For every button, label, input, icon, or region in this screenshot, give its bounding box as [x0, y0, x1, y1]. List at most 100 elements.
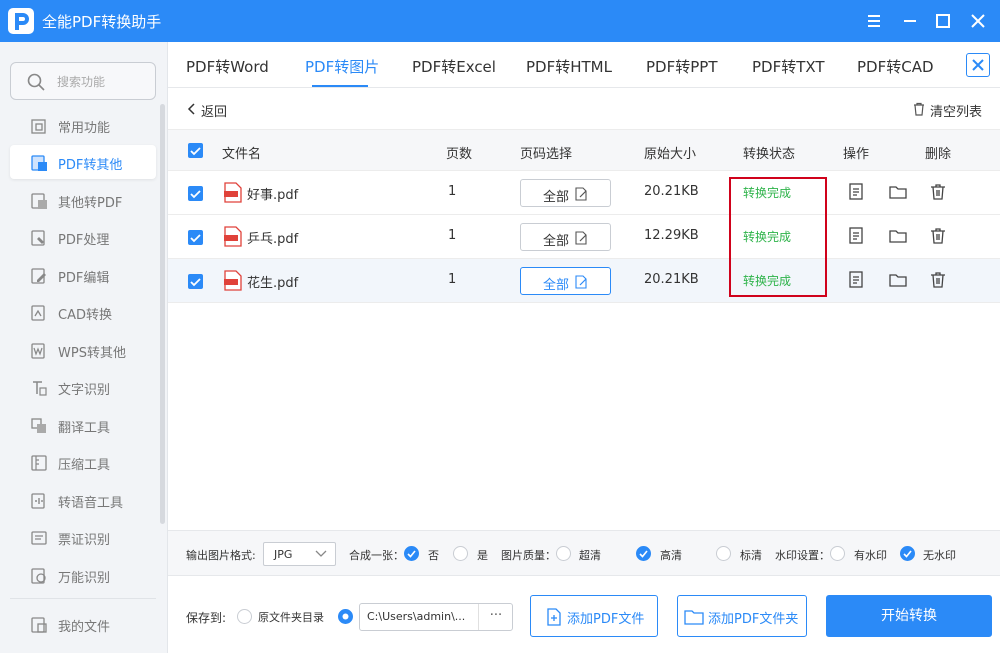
close-icon[interactable]: [966, 9, 990, 33]
search-input[interactable]: 搜索功能: [10, 62, 156, 100]
header-filename: 文件名: [222, 147, 262, 162]
menu-icon[interactable]: [862, 9, 886, 33]
row-checkbox[interactable]: [188, 186, 203, 201]
quality-super-radio[interactable]: [556, 546, 571, 561]
page-select-button[interactable]: 全部: [520, 179, 611, 207]
select-all-checkbox[interactable]: [188, 143, 203, 158]
sidebar-item-pdf-process[interactable]: PDF处理: [10, 220, 156, 254]
sidebar-item-common[interactable]: 常用功能: [10, 108, 156, 142]
format-label: 输出图片格式:: [186, 549, 256, 562]
merge-no-radio[interactable]: [404, 546, 419, 561]
pdf-edit-icon: [31, 268, 46, 284]
table-row[interactable]: 好事.pdf 1 全部 20.21KB 转换完成: [168, 171, 1000, 215]
quality-std-radio[interactable]: [716, 546, 731, 561]
save-to-label: 保存到:: [186, 611, 227, 625]
browse-button[interactable]: ···: [478, 604, 513, 630]
sidebar-item-label: 转语音工具: [58, 496, 124, 511]
pdf-file-icon: [224, 182, 242, 203]
open-folder-icon[interactable]: [888, 226, 908, 246]
open-folder-icon[interactable]: [888, 182, 908, 202]
save-path-input[interactable]: C:\Users\admin\... ···: [359, 603, 513, 631]
sidebar-item-pdf-edit[interactable]: PDF编辑: [10, 258, 156, 292]
tab-pdf-to-image[interactable]: PDF转图片: [305, 56, 379, 77]
quality-high-radio[interactable]: [636, 546, 651, 561]
tab-pdf-to-excel[interactable]: PDF转Excel: [412, 56, 496, 77]
wps-icon: [31, 343, 45, 359]
page-select-button[interactable]: 全部: [520, 267, 611, 295]
page-select-button[interactable]: 全部: [520, 223, 611, 251]
add-pdf-folder-label: 添加PDF文件夹: [708, 612, 799, 627]
app-title: 全能PDF转换助手: [42, 13, 162, 31]
sidebar-item-ticket[interactable]: 票证识别: [10, 520, 156, 554]
delete-icon[interactable]: [928, 226, 948, 246]
common-icon: [31, 119, 46, 134]
sidebar-item-voice[interactable]: 转语音工具: [10, 483, 156, 517]
sidebar-item-my-files[interactable]: 我的文件: [10, 607, 156, 641]
row-checkbox[interactable]: [188, 274, 203, 289]
chevron-left-icon: [187, 103, 195, 115]
row-checkbox[interactable]: [188, 230, 203, 245]
sidebar-item-label: PDF编辑: [58, 271, 110, 286]
format-value: JPG: [274, 548, 293, 561]
sidebar-item-label: 压缩工具: [58, 458, 111, 473]
delete-icon[interactable]: [928, 270, 948, 290]
add-pdf-folder-button[interactable]: 添加PDF文件夹: [677, 595, 807, 637]
custom-dir-radio[interactable]: [338, 609, 353, 624]
table-row[interactable]: 乒乓.pdf 1 全部 12.29KB 转换完成: [168, 215, 1000, 259]
sidebar-item-translate[interactable]: 翻译工具: [10, 408, 156, 442]
ocr-icon: [33, 381, 47, 396]
header-page-select: 页码选择: [520, 147, 573, 162]
watermark-label: 水印设置：: [775, 549, 830, 562]
sidebar-item-cad[interactable]: CAD转换: [10, 295, 156, 329]
tab-pdf-to-html[interactable]: PDF转HTML: [526, 56, 612, 77]
sidebar-item-label: 翻译工具: [58, 421, 111, 436]
tab-pdf-to-txt[interactable]: PDF转TXT: [752, 56, 825, 77]
my-files-icon: [31, 617, 47, 633]
footer-bar: 保存到: 原文件夹目录 C:\Users\admin\... ··· 添加PDF…: [168, 576, 1000, 653]
delete-icon[interactable]: [928, 182, 948, 202]
document-icon[interactable]: [846, 270, 866, 290]
sidebar-item-pdf-to-other[interactable]: PDF转其他: [10, 145, 156, 179]
add-folder-icon: [684, 610, 704, 625]
status-highlight-box: [729, 177, 827, 297]
page-select-label: 全部: [543, 234, 570, 249]
tab-pdf-to-cad[interactable]: PDF转CAD: [857, 56, 934, 77]
pdf-file-icon: [224, 226, 242, 247]
universal-icon: [31, 568, 46, 584]
watermark-no-radio[interactable]: [900, 546, 915, 561]
tab-pdf-to-word[interactable]: PDF转Word: [186, 56, 269, 77]
merge-label: 合成一张：: [349, 549, 404, 562]
options-bar: 输出图片格式: JPG 合成一张： 否 是 图片质量： 超清 高清 标清 水印设…: [168, 530, 1000, 576]
open-folder-icon[interactable]: [888, 270, 908, 290]
sidebar-item-ocr[interactable]: 文字识别: [10, 370, 156, 404]
sidebar-scrollbar[interactable]: [160, 104, 165, 524]
merge-no-label: 否: [428, 549, 439, 562]
add-pdf-file-button[interactable]: 添加PDF文件: [530, 595, 658, 637]
document-icon[interactable]: [846, 226, 866, 246]
header-actions: 操作: [843, 147, 870, 162]
minimize-icon[interactable]: [898, 9, 922, 33]
sidebar-item-universal[interactable]: 万能识别: [10, 558, 156, 592]
orig-dir-radio[interactable]: [237, 609, 252, 624]
sidebar-item-label: 万能识别: [58, 571, 111, 586]
sidebar-item-label: 我的文件: [58, 620, 111, 635]
format-select[interactable]: JPG: [263, 542, 336, 566]
table-row[interactable]: 花生.pdf 1 全部 20.21KB 转换完成: [168, 259, 1000, 303]
watermark-yes-radio[interactable]: [830, 546, 845, 561]
tab-pdf-to-ppt[interactable]: PDF转PPT: [646, 56, 717, 77]
start-convert-button[interactable]: 开始转换: [826, 595, 992, 637]
header-status: 转换状态: [743, 147, 796, 162]
translate-icon: [31, 418, 46, 433]
header-delete: 删除: [925, 147, 952, 162]
page-count: 1: [448, 184, 457, 199]
maximize-icon[interactable]: [931, 9, 955, 33]
sidebar-item-wps[interactable]: WPS转其他: [10, 333, 156, 367]
search-placeholder: 搜索功能: [57, 75, 106, 89]
sidebar-item-compress[interactable]: 压缩工具: [10, 445, 156, 479]
quality-std-label: 标清: [740, 549, 762, 562]
merge-yes-radio[interactable]: [453, 546, 468, 561]
document-icon[interactable]: [846, 182, 866, 202]
sidebar-item-other-to-pdf[interactable]: 其他转PDF: [10, 183, 156, 217]
tab-close-icon[interactable]: [966, 53, 990, 77]
quality-label: 图片质量：: [501, 549, 556, 562]
